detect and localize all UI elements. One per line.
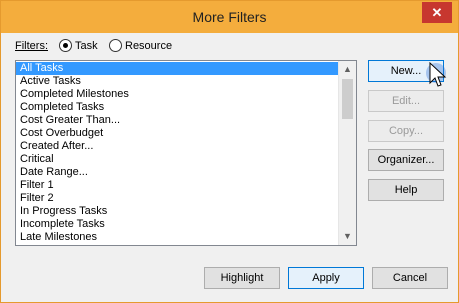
filter-list: All Tasks Active Tasks Completed Milestone… — [16, 62, 338, 244]
mouse-pointer-icon — [426, 61, 447, 87]
filters-label: Filters: — [15, 40, 48, 52]
organizer-button[interactable]: Organizer... — [368, 149, 444, 171]
filter-list-item[interactable]: Filter 1 — [16, 179, 338, 192]
filter-list-item[interactable]: Date Range... — [16, 166, 338, 179]
filters-listbox[interactable]: All Tasks Active Tasks Completed Milestone… — [15, 60, 357, 246]
filter-list-item[interactable]: Completed Milestones — [16, 88, 338, 101]
scroll-down-arrow-icon[interactable]: ▼ — [339, 228, 356, 245]
filter-list-item[interactable]: Incomplete Tasks — [16, 218, 338, 231]
apply-button[interactable]: Apply — [288, 267, 364, 289]
filter-list-item[interactable]: In Progress Tasks — [16, 205, 338, 218]
vertical-scrollbar[interactable]: ▲ ▼ — [338, 61, 356, 245]
more-filters-dialog: More Filters ✕ Filters: Task Resource Al… — [0, 0, 459, 303]
scroll-thumb[interactable] — [342, 79, 353, 119]
resource-radio[interactable] — [109, 39, 122, 52]
filter-list-item[interactable]: Cost Greater Than... — [16, 114, 338, 127]
task-radio-label[interactable]: Task — [75, 40, 98, 52]
filter-list-item[interactable]: Cost Overbudget — [16, 127, 338, 140]
filter-list-item[interactable]: Created After... — [16, 140, 338, 153]
copy-button[interactable]: Copy... — [368, 120, 444, 142]
dialog-title: More Filters — [192, 9, 267, 25]
filter-list-item[interactable]: Late Milestones — [16, 231, 338, 244]
close-icon: ✕ — [431, 5, 443, 20]
resource-radio-label[interactable]: Resource — [125, 40, 172, 52]
help-button[interactable]: Help — [368, 179, 444, 201]
filter-list-item[interactable]: Filter 2 — [16, 192, 338, 205]
scroll-up-arrow-icon[interactable]: ▲ — [339, 61, 356, 78]
filter-list-item[interactable]: Active Tasks — [16, 75, 338, 88]
title-bar[interactable]: More Filters ✕ — [1, 1, 458, 33]
filter-list-item[interactable]: Completed Tasks — [16, 101, 338, 114]
edit-button[interactable]: Edit... — [368, 90, 444, 112]
task-radio[interactable] — [59, 39, 72, 52]
filter-list-item[interactable]: All Tasks — [16, 62, 338, 75]
cancel-button[interactable]: Cancel — [372, 267, 448, 289]
close-button[interactable]: ✕ — [422, 2, 452, 23]
filter-list-item[interactable]: Critical — [16, 153, 338, 166]
filters-label-text: Filters: — [15, 40, 48, 52]
highlight-button[interactable]: Highlight — [204, 267, 280, 289]
